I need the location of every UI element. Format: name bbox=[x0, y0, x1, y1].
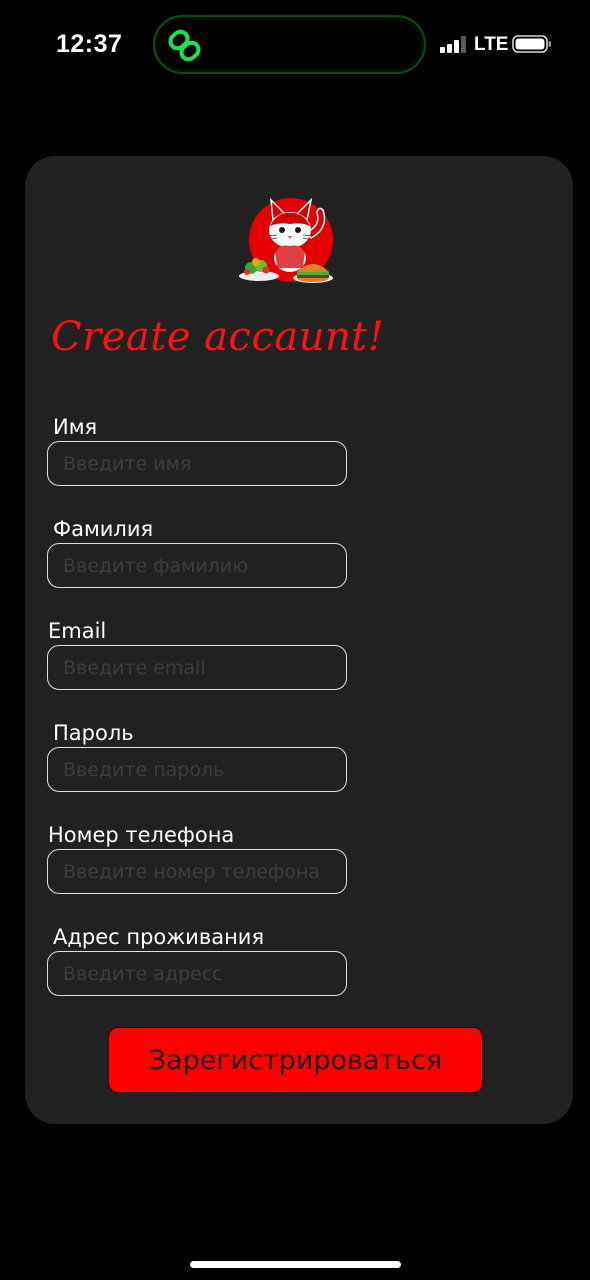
address-input[interactable] bbox=[47, 951, 347, 996]
last-name-input[interactable] bbox=[47, 543, 347, 588]
last-name-label: Фамилия bbox=[53, 517, 154, 541]
first-name-label: Имя bbox=[53, 415, 98, 439]
battery-icon bbox=[512, 35, 551, 53]
phone-input[interactable] bbox=[47, 849, 347, 894]
screen: 12:37 LTE Create accaunt! Имя Введите им… bbox=[0, 0, 590, 1280]
email-label: Email bbox=[48, 619, 107, 643]
page-title: Create accaunt! bbox=[51, 314, 385, 360]
email-input[interactable] bbox=[47, 645, 347, 690]
first-name-input[interactable] bbox=[47, 441, 347, 486]
dynamic-island[interactable] bbox=[153, 15, 426, 74]
address-label: Адрес проживания bbox=[53, 925, 265, 949]
phone-label: Номер телефона bbox=[48, 823, 235, 847]
red-cat-with-food-logo bbox=[239, 198, 333, 283]
password-label: Пароль bbox=[53, 721, 134, 745]
register-card: Create accaunt! Имя Фамилия Email Пароль… bbox=[25, 156, 573, 1124]
home-indicator[interactable] bbox=[190, 1261, 401, 1268]
cellular-signal-icon bbox=[440, 36, 466, 53]
network-type: LTE bbox=[474, 34, 509, 55]
status-time: 12:37 bbox=[56, 30, 123, 58]
register-button[interactable]: Зарегистрироваться bbox=[108, 1027, 483, 1093]
chain-link-icon bbox=[168, 29, 201, 62]
password-input[interactable] bbox=[47, 747, 347, 792]
